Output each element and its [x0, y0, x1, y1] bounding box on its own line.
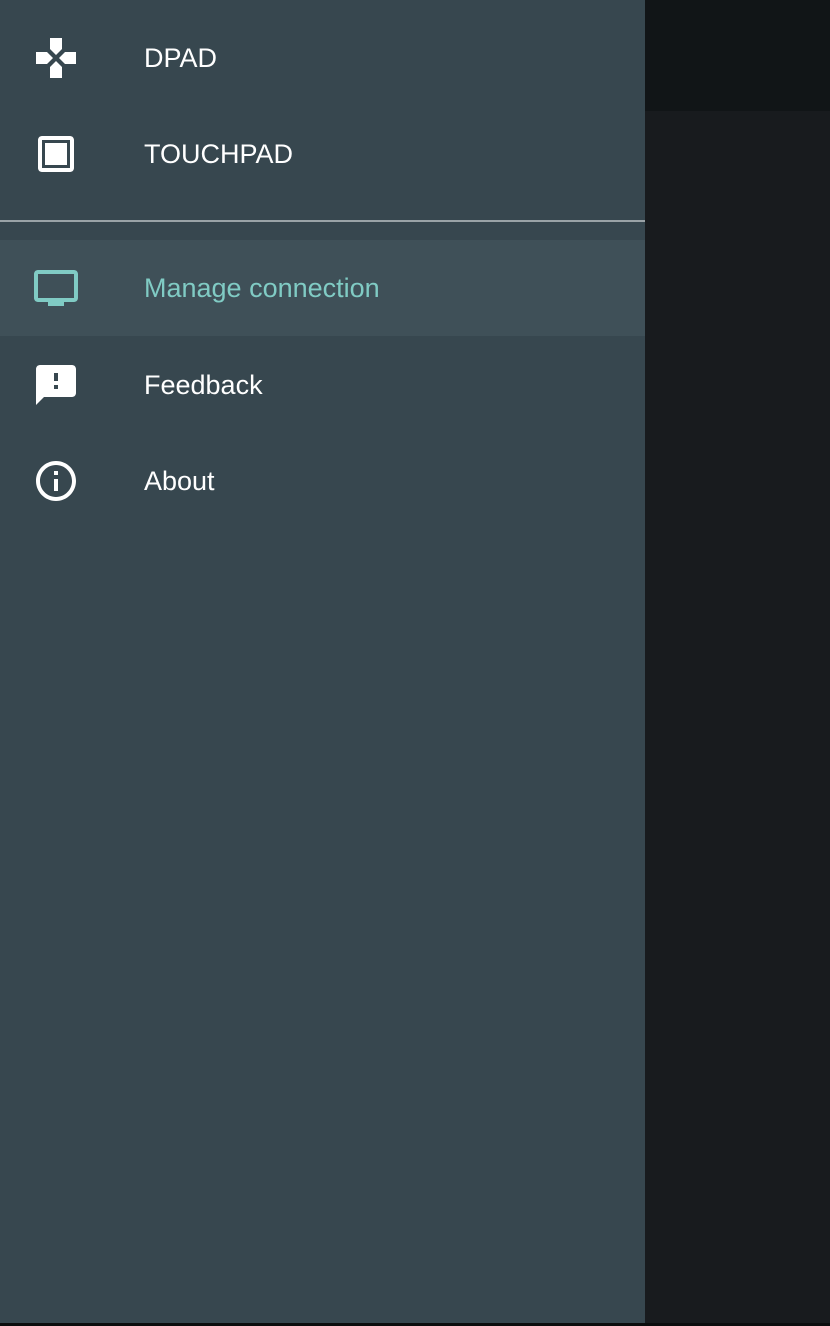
drawer-item-about[interactable]: About — [0, 433, 645, 529]
feedback-icon — [32, 361, 80, 409]
drawer-scrim[interactable] — [645, 0, 830, 1326]
navigation-drawer: DPAD TOUCHPAD Manage connection Feedback… — [0, 0, 645, 1323]
drawer-item-label: TOUCHPAD — [144, 139, 294, 169]
drawer-item-touchpad[interactable]: TOUCHPAD — [0, 106, 645, 202]
tv-icon — [32, 264, 80, 312]
drawer-item-label: DPAD — [144, 43, 218, 73]
drawer-item-label: About — [144, 466, 215, 496]
info-icon — [32, 457, 80, 505]
toolbar-behind-scrim — [645, 0, 830, 111]
drawer-item-feedback[interactable]: Feedback — [0, 337, 645, 433]
app-screen: DPAD TOUCHPAD Manage connection Feedback… — [0, 0, 830, 1326]
drawer-item-manage-connection[interactable]: Manage connection — [0, 240, 645, 336]
drawer-item-label: Feedback — [144, 370, 263, 400]
drawer-item-dpad[interactable]: DPAD — [0, 10, 645, 106]
gamepad-icon — [32, 34, 80, 82]
touchpad-icon — [32, 130, 80, 178]
drawer-divider — [0, 220, 645, 222]
drawer-item-label: Manage connection — [144, 273, 380, 303]
